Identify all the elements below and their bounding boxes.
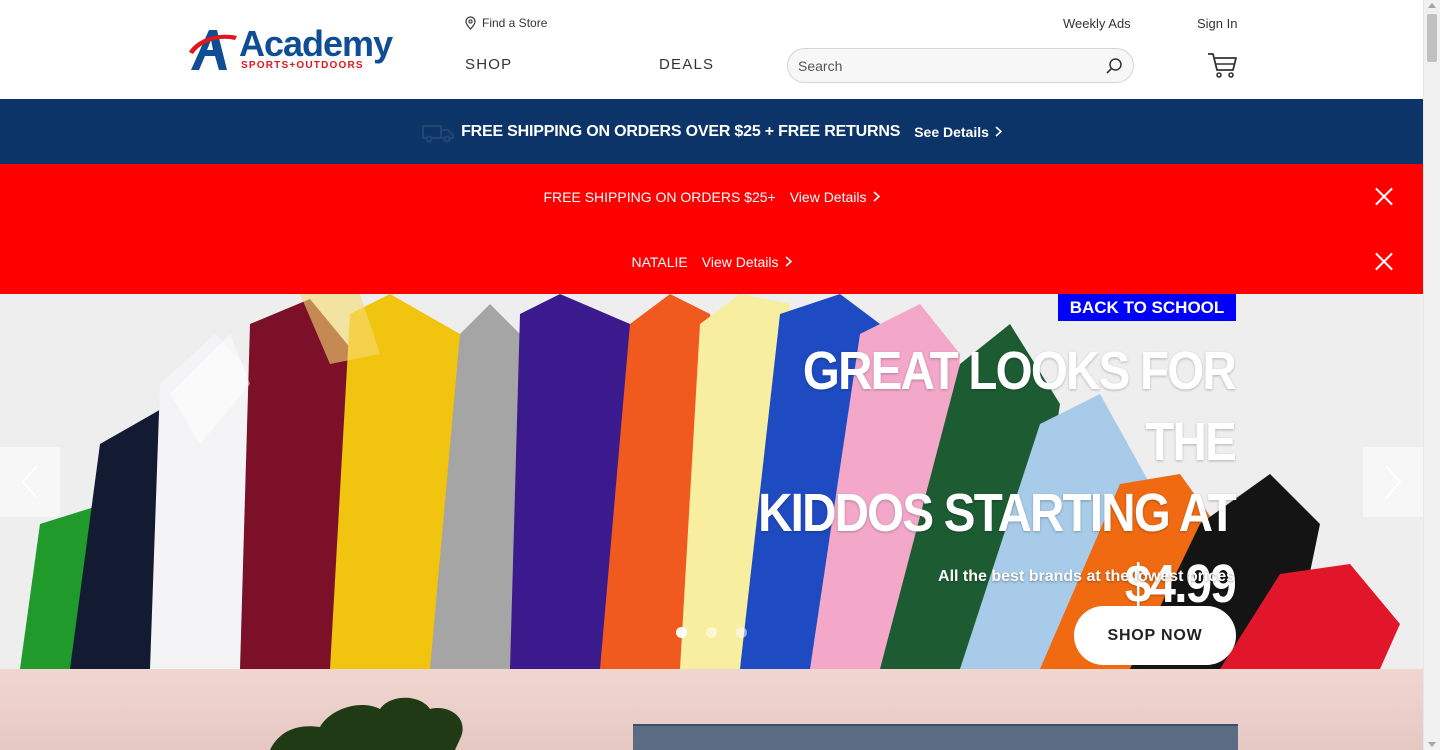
- site-header: Academy SPORTS+OUTDOORS Find a Store Wee…: [0, 0, 1423, 99]
- hero-carousel: BACK TO SCHOOL GREAT LOOKS FOR THE KIDDO…: [0, 294, 1423, 669]
- view-details-label: View Details: [789, 188, 867, 205]
- shipping-message: FREE SHIPPING ON ORDERS OVER $25 + FREE …: [461, 122, 901, 140]
- logo-tagline: SPORTS+OUTDOORS: [241, 60, 364, 71]
- carousel-dot-2[interactable]: [706, 627, 717, 638]
- nav-deals[interactable]: DEALS: [659, 56, 714, 73]
- promo-bar-2: NATALIE View Details: [0, 229, 1423, 294]
- promo-bar-1: FREE SHIPPING ON ORDERS $25+ View Detail…: [0, 164, 1423, 229]
- carousel-dot-1[interactable]: [676, 627, 687, 638]
- see-details-label: See Details: [914, 123, 989, 140]
- secondary-banner: [0, 669, 1423, 750]
- logo-wordmark: Academy: [239, 23, 393, 64]
- close-icon[interactable]: [1375, 187, 1394, 206]
- chevron-left-icon: [21, 465, 38, 499]
- carousel-dots: [676, 627, 747, 638]
- promo-panel: [633, 724, 1238, 750]
- search-box: [787, 48, 1134, 83]
- see-details-link[interactable]: See Details: [914, 124, 1002, 140]
- headline-line-1: GREAT LOOKS FOR THE: [802, 341, 1237, 472]
- scroll-up-icon[interactable]: [1428, 3, 1436, 8]
- chevron-right-icon: [784, 256, 792, 267]
- search-icon[interactable]: [1105, 57, 1123, 75]
- carousel-next-button[interactable]: [1363, 447, 1423, 517]
- location-pin-icon: [465, 16, 476, 30]
- find-store-link[interactable]: Find a Store: [465, 16, 547, 30]
- back-to-school-tag: BACK TO SCHOOL: [1058, 294, 1236, 321]
- sign-in-link[interactable]: Sign In: [1197, 16, 1237, 31]
- search-input[interactable]: [798, 49, 1098, 82]
- find-store-label: Find a Store: [482, 16, 548, 30]
- weekly-ads-link[interactable]: Weekly Ads: [1063, 16, 1131, 31]
- tree-image: [270, 697, 463, 750]
- academy-logo[interactable]: Academy SPORTS+OUTDOORS: [187, 24, 427, 76]
- academy-logo-mark-icon: [189, 30, 237, 70]
- hero-subline: All the best brands at the lowest prices: [938, 568, 1235, 585]
- scroll-thumb[interactable]: [1427, 14, 1437, 62]
- view-details-link[interactable]: View Details: [790, 189, 880, 205]
- carousel-prev-button[interactable]: [0, 447, 60, 517]
- cart-icon[interactable]: [1207, 51, 1237, 79]
- promo-message: FREE SHIPPING ON ORDERS $25+: [543, 188, 776, 205]
- chevron-right-icon: [872, 191, 880, 202]
- shop-now-button[interactable]: SHOP NOW: [1074, 606, 1236, 665]
- page: Academy SPORTS+OUTDOORS Find a Store Wee…: [0, 0, 1423, 750]
- page-scrollbar[interactable]: [1423, 0, 1440, 750]
- truck-icon: [422, 124, 455, 142]
- nav-shop[interactable]: SHOP: [465, 56, 512, 73]
- shipping-banner: FREE SHIPPING ON ORDERS OVER $25 + FREE …: [0, 99, 1423, 164]
- view-details-label: View Details: [701, 253, 779, 270]
- close-icon[interactable]: [1375, 252, 1394, 271]
- carousel-dot-3[interactable]: [736, 627, 747, 638]
- view-details-link[interactable]: View Details: [702, 254, 792, 270]
- chevron-right-icon: [995, 126, 1002, 137]
- chevron-right-icon: [1385, 465, 1402, 499]
- headline-line-2: KIDDOS STARTING AT: [758, 483, 1237, 543]
- scroll-down-icon[interactable]: [1428, 742, 1436, 747]
- promo-message: NATALIE: [631, 253, 688, 270]
